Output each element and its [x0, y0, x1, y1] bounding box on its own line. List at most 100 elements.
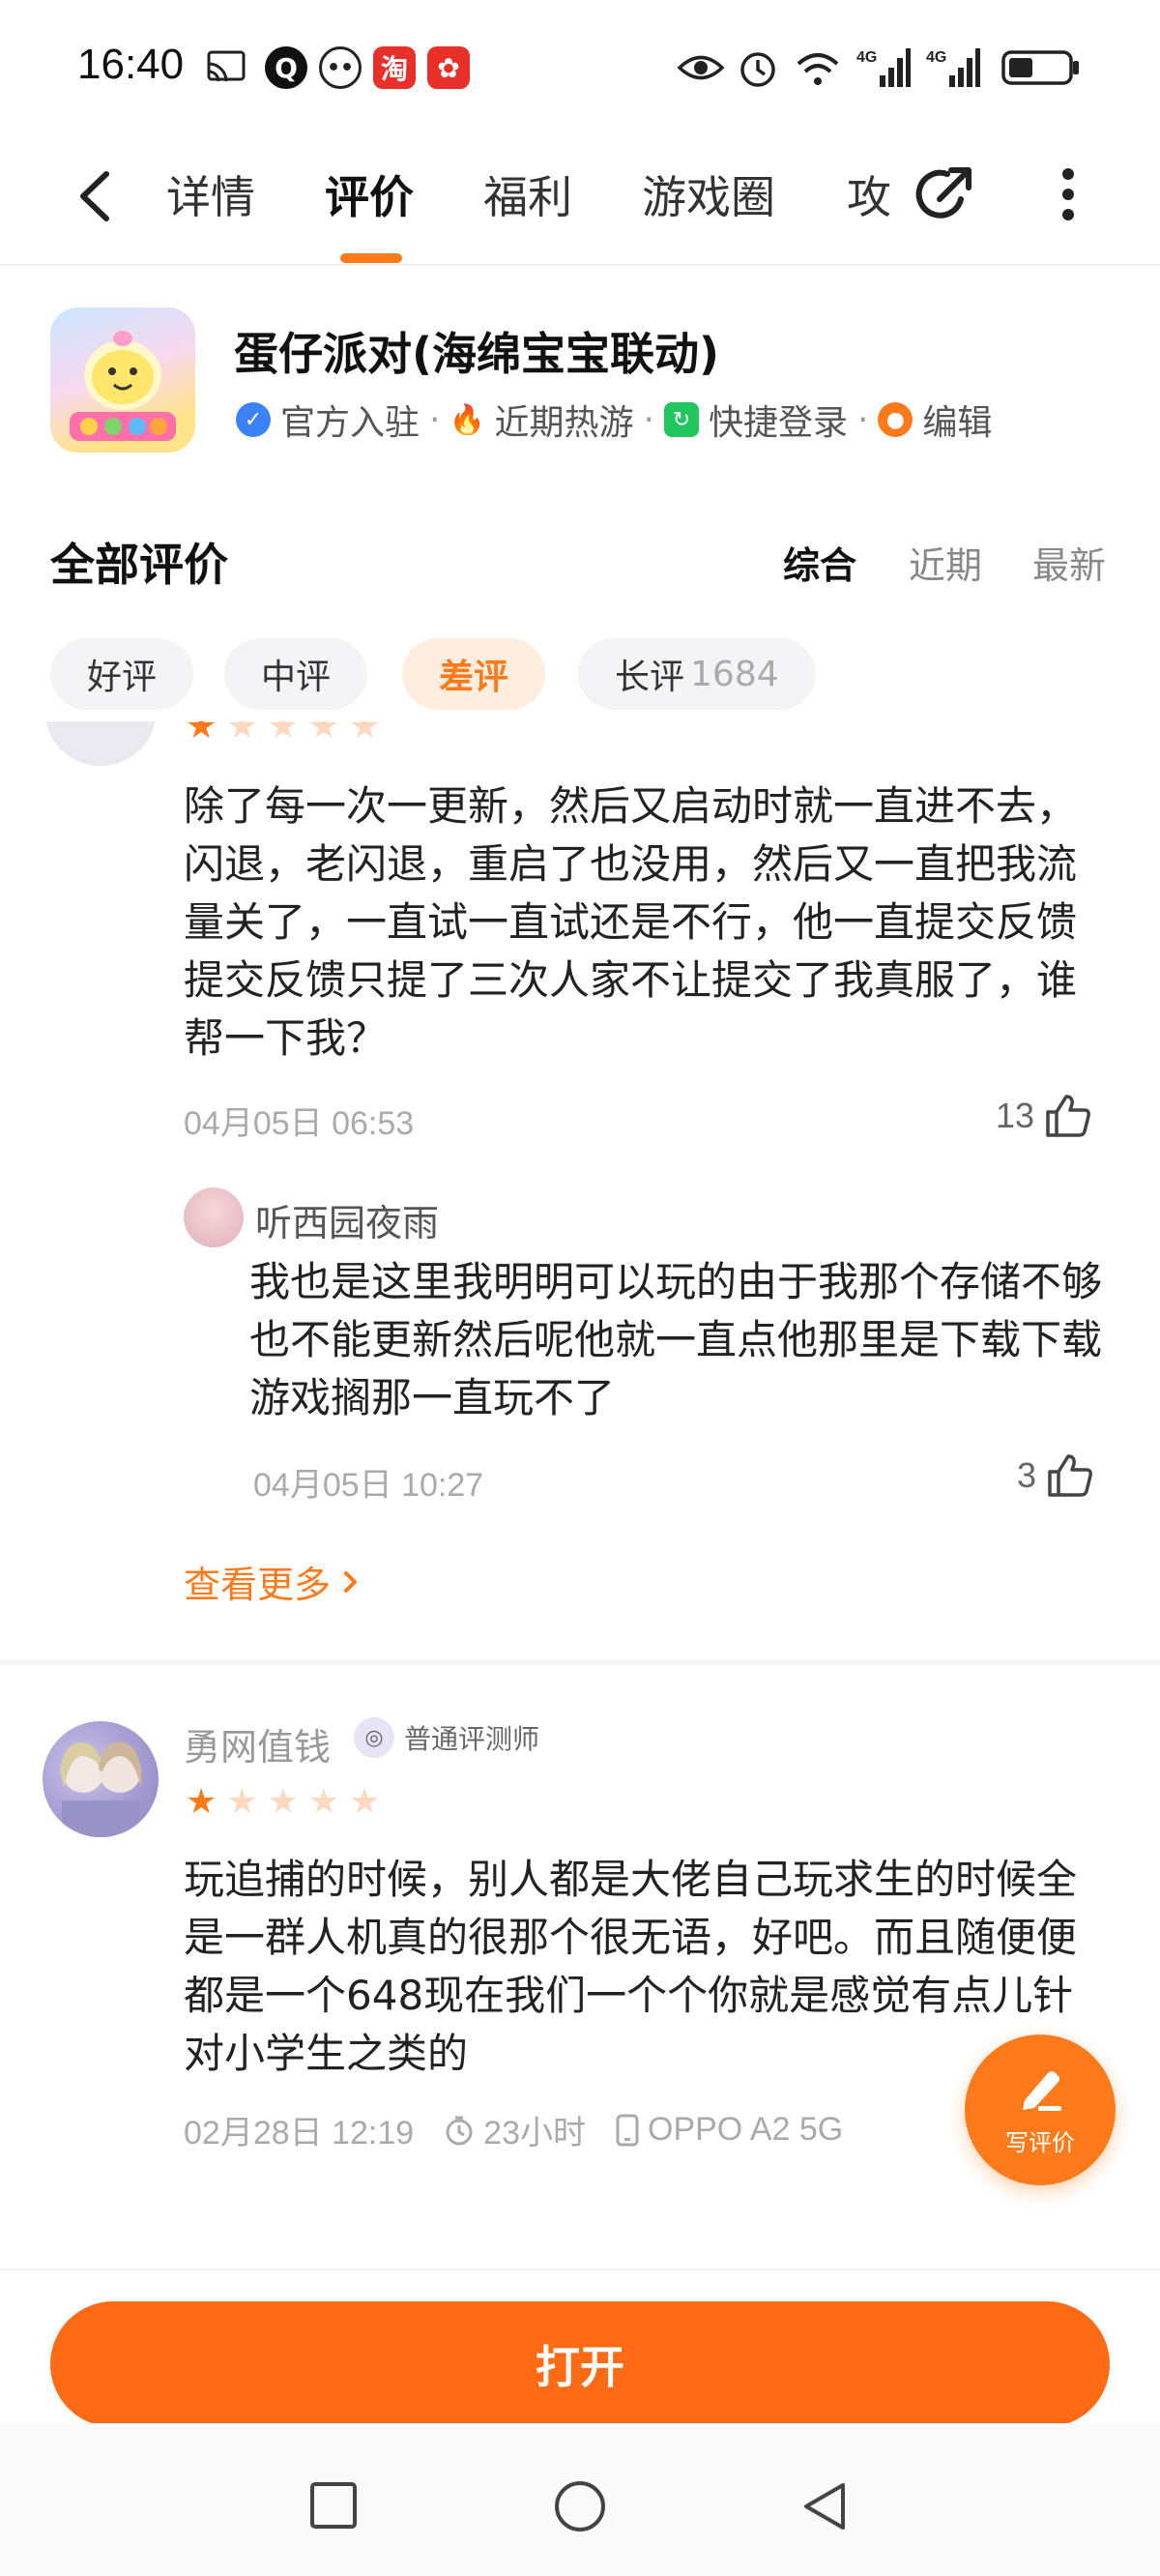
home-button[interactable]: [553, 2479, 607, 2537]
star-icon: ★: [307, 1782, 340, 1822]
quick-login-icon: ↻: [663, 402, 699, 437]
reviewer-badge-icon: ◎: [354, 1717, 394, 1758]
playtime: 23小时: [443, 2106, 586, 2153]
alarm-icon: [737, 46, 779, 89]
tab-guide[interactable]: 攻: [847, 162, 891, 226]
system-nav-bar: [0, 2423, 1160, 2576]
reply-text[interactable]: 我也是这里我明明可以玩的由于我那个存储不够也不能更新然后呢他就一直点他那里是下载…: [249, 1253, 1119, 1427]
avatar[interactable]: [43, 1721, 159, 1837]
star-icon: ★: [349, 721, 381, 746]
write-review-button[interactable]: 写评价: [965, 2034, 1116, 2185]
back-nav-button[interactable]: [798, 2479, 851, 2537]
qq-icon: Q: [265, 46, 307, 89]
tag-separator: ·: [856, 399, 869, 440]
device: OPPO A2 5G: [615, 2111, 843, 2149]
game-title: 蛋仔派对(海绵宝宝联动): [234, 328, 720, 380]
sort-comprehensive[interactable]: 综合: [783, 536, 856, 589]
avatar-illustration: [60, 1742, 142, 1837]
pinduoduo-icon: ✿: [427, 46, 470, 89]
chevron-left-icon: [80, 171, 109, 221]
signal-4g-icon-2: 4G: [926, 46, 980, 89]
tab-reviews[interactable]: 评价: [325, 162, 414, 226]
eggy-party-logo: [70, 331, 176, 441]
like-count: 13: [996, 1096, 1035, 1135]
star-icon: ★: [267, 1782, 299, 1822]
tab-details[interactable]: 详情: [166, 162, 255, 226]
back-button[interactable]: [68, 162, 126, 230]
battery-icon: [1001, 46, 1081, 89]
star-icon: ★: [267, 721, 299, 746]
cast-icon: [207, 46, 246, 89]
top-nav: 详情 评价 福利 游戏圈 攻: [0, 135, 1160, 266]
recent-apps-button[interactable]: [307, 2479, 360, 2535]
svg-text:4G: 4G: [856, 49, 877, 66]
status-time: 16:40: [77, 41, 185, 88]
taobao-icon: 淘: [373, 46, 416, 89]
star-icon: ★: [186, 721, 218, 746]
sort-newest[interactable]: 最新: [1032, 536, 1106, 589]
status-bar: 16:40 Q •• 淘 ✿ 4G 4G: [0, 0, 1160, 135]
device-name: OPPO A2 5G: [648, 2111, 844, 2148]
chevron-right-icon: [344, 1570, 358, 1593]
playtime-value: 23小时: [483, 2115, 586, 2152]
review-text[interactable]: 玩追捕的时候，别人都是大佬自己玩求生的时候全是一群人机真的很那个很无语，好吧。而…: [184, 1851, 1102, 2083]
section-title: 全部评价: [50, 539, 228, 591]
filter-negative[interactable]: 差评: [402, 638, 546, 710]
fire-icon: 🔥: [449, 402, 486, 437]
rating-stars: ★ ★ ★ ★ ★: [186, 721, 380, 745]
star-icon: ★: [186, 1782, 218, 1822]
game-icon[interactable]: [50, 307, 195, 453]
phone-icon: [616, 2114, 639, 2146]
bottom-bar: 打开: [0, 2269, 1160, 2427]
clock-icon: [446, 2116, 473, 2145]
tag-editor[interactable]: 编辑: [922, 395, 992, 445]
star-icon: ★: [307, 721, 340, 746]
editor-icon: ●: [878, 402, 914, 437]
triangle-back-icon: [804, 2483, 845, 2530]
review-meta: 02月28日 12:19 23小时 OPPO A2 5G: [184, 2106, 843, 2153]
tab-benefits[interactable]: 福利: [483, 162, 572, 226]
reviewer-badge: ◎ 普通评测师: [354, 1717, 539, 1758]
filter-long-count: 1684: [690, 654, 779, 694]
eye-icon: [677, 46, 725, 89]
more-button[interactable]: [1054, 161, 1083, 228]
thumbs-up-icon: [1046, 1095, 1090, 1137]
square-icon: [310, 2482, 357, 2529]
avatar[interactable]: [44, 721, 157, 766]
signal-4g-icon-1: 4G: [856, 46, 911, 89]
rating-stars: ★ ★ ★ ★ ★: [186, 1785, 380, 1820]
tag-official: 官方入驻: [280, 403, 420, 443]
star-icon: ★: [226, 721, 258, 746]
share-button[interactable]: [911, 161, 978, 228]
reply-avatar[interactable]: [184, 1187, 244, 1247]
verified-icon: ✓: [236, 402, 271, 437]
filter-long[interactable]: 长评 1684: [578, 638, 816, 710]
star-icon: ★: [226, 1782, 258, 1822]
see-more-label: 查看更多: [184, 1564, 332, 1606]
reviewer-badge-label: 普通评测师: [404, 1723, 540, 1755]
username[interactable]: 勇网值钱: [184, 1717, 331, 1771]
filter-neutral[interactable]: 中评: [224, 638, 368, 710]
pencil-icon: [1023, 2070, 1061, 2111]
open-button[interactable]: 打开: [50, 2301, 1110, 2427]
more-vertical-icon: [1062, 168, 1074, 220]
filter-long-label: 长评: [615, 658, 685, 697]
tag-quick-login: 快捷登录: [708, 403, 848, 443]
see-more-link[interactable]: 查看更多: [184, 1555, 362, 1608]
review-text[interactable]: 除了每一次一更新，然后又启动时就一直进不去，闪退，老闪退，重启了也没用，然后又一…: [184, 777, 1102, 1068]
filter-positive[interactable]: 好评: [50, 638, 194, 710]
reply-date: 04月05日 10:27: [253, 1467, 484, 1504]
tag-separator: ·: [429, 399, 441, 440]
review-list: ★ ★ ★ ★ ★ 除了每一次一更新，然后又启动时就一直进不去，闪退，老闪退，重…: [0, 721, 1160, 2269]
like-button[interactable]: 13: [996, 1093, 1092, 1139]
review-date: 02月28日 12:19: [184, 2115, 415, 2152]
reply-username[interactable]: 听西园夜雨: [255, 1193, 439, 1246]
reply-like-count: 3: [1017, 1455, 1037, 1495]
tab-game-circle[interactable]: 游戏圈: [642, 162, 775, 226]
circle-icon: [555, 2481, 605, 2532]
sort-recent[interactable]: 近期: [909, 536, 982, 589]
active-tab-indicator: [340, 253, 402, 263]
reply-like-button[interactable]: 3: [1017, 1452, 1094, 1499]
wifi-icon: [793, 46, 843, 89]
tag-hot: 近期热游: [494, 403, 634, 443]
